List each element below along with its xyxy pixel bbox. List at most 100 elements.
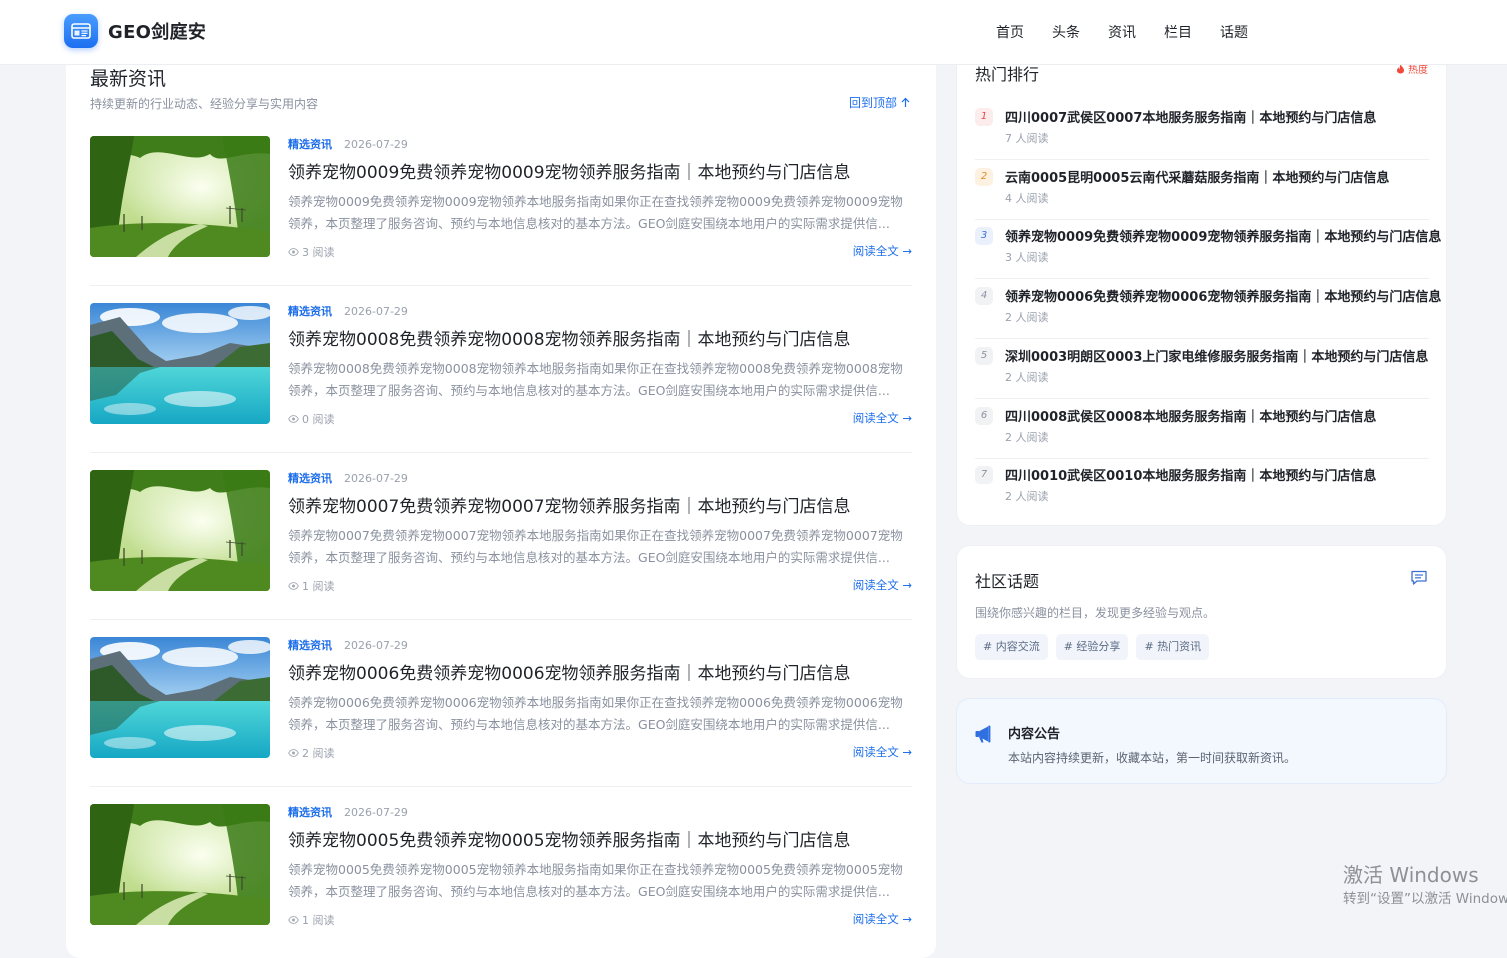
brand[interactable]: GEO剑庭安: [64, 14, 206, 48]
read-more-link[interactable]: 阅读全文 →: [853, 410, 912, 426]
article-read-count: 1 阅读: [288, 912, 335, 928]
article-read-count: 1 阅读: [288, 578, 335, 594]
article-read-count: 0 阅读: [288, 411, 335, 427]
article-item[interactable]: 精选资讯 2026-07-29 领养宠物0005免费领养宠物0005宠物领养服务指南…: [90, 786, 912, 953]
nav-topics[interactable]: 话题: [1220, 22, 1248, 42]
back-to-top-label: 回到顶部: [848, 96, 897, 110]
article-thumbnail[interactable]: [90, 637, 270, 758]
article-category[interactable]: 精选资讯: [288, 303, 332, 319]
article-reads-label: 0 阅读: [302, 413, 335, 426]
hot-item-reads: 2 人阅读: [1005, 371, 1049, 384]
article-category[interactable]: 精选资讯: [288, 136, 332, 152]
hot-item-title[interactable]: 领养宠物0006免费领养宠物0006宠物领养服务指南｜本地预约与门店信息: [1005, 286, 1441, 305]
article-title[interactable]: 领养宠物0009免费领养宠物0009宠物领养服务指南｜本地预约与门店信息: [288, 158, 912, 183]
hot-ranking-item[interactable]: 6 四川0008武侯区0008本地服务服务指南｜本地预约与门店信息 2 人阅读: [975, 398, 1429, 459]
eye-icon: [288, 749, 299, 757]
nav-news[interactable]: 资讯: [1108, 22, 1136, 42]
article-read-count: 3 阅读: [288, 244, 335, 260]
chat-icon: [1410, 570, 1428, 590]
article-thumbnail[interactable]: [90, 804, 270, 925]
read-more-link[interactable]: 阅读全文 →: [853, 577, 912, 593]
article-title[interactable]: 领养宠物0005免费领养宠物0005宠物领养服务指南｜本地预约与门店信息: [288, 826, 912, 851]
article-item[interactable]: 精选资讯 2026-07-29 领养宠物0008免费领养宠物0008宠物领养服务指南…: [90, 285, 912, 453]
rank-badge: 1: [975, 108, 993, 126]
article-meta: 精选资讯 2026-07-29: [288, 637, 408, 653]
rank-badge: 3: [975, 227, 993, 245]
rank-badge: 2: [975, 168, 993, 186]
top-navbar: GEO剑庭安 首页 头条 资讯 栏目 话题: [0, 0, 1507, 65]
article-category[interactable]: 精选资讯: [288, 804, 332, 820]
article-title[interactable]: 领养宠物0008免费领养宠物0008宠物领养服务指南｜本地预约与门店信息: [288, 325, 912, 350]
brand-name: GEO剑庭安: [108, 22, 207, 43]
announcement-card: 内容公告 本站内容持续更新，收藏本站，第一时间获取新资讯。: [956, 698, 1447, 784]
hot-item-title[interactable]: 领养宠物0009免费领养宠物0009宠物领养服务指南｜本地预约与门店信息: [1005, 226, 1441, 245]
hot-item-reads: 3 人阅读: [1005, 251, 1049, 264]
megaphone-icon: [974, 724, 996, 748]
article-thumbnail[interactable]: [90, 136, 270, 257]
article-excerpt: 领养宠物0008免费领养宠物0008宠物领养本地服务指南如果你正在查找领养宠物0…: [288, 361, 903, 398]
nav-home[interactable]: 首页: [996, 22, 1024, 42]
read-more-link[interactable]: 阅读全文 →: [853, 744, 912, 760]
article-date: 2026-07-29: [344, 137, 408, 151]
eye-icon: [288, 916, 299, 924]
hot-ranking-item[interactable]: 5 深圳0003明朗区0003上门家电维修服务服务指南｜本地预约与门店信息 2 人阅…: [975, 338, 1429, 399]
article-thumbnail[interactable]: [90, 303, 270, 424]
topic-tags: # 内容交流 # 经验分享 # 热门资讯: [975, 634, 1217, 660]
article-date: 2026-07-29: [344, 471, 408, 485]
article-item[interactable]: 精选资讯 2026-07-29 领养宠物0007免费领养宠物0007宠物领养服务指南…: [90, 452, 912, 620]
article-title[interactable]: 领养宠物0006免费领养宠物0006宠物领养服务指南｜本地预约与门店信息: [288, 659, 912, 684]
article-date: 2026-07-29: [344, 638, 408, 652]
article-date: 2026-07-29: [344, 805, 408, 819]
community-topics-card: 社区话题 围绕你感兴趣的栏目，发现更多经验与观点。 # 内容交流 # 经验分享 …: [956, 545, 1447, 679]
article-read-count: 2 阅读: [288, 745, 335, 761]
section-subtitle: 持续更新的行业动态、经验分享与实用内容: [90, 97, 319, 111]
article-date: 2026-07-29: [344, 304, 408, 318]
article-item[interactable]: 精选资讯 2026-07-29 领养宠物0009免费领养宠物0009宠物领养服务指南…: [90, 118, 912, 286]
main-nav: 首页 头条 资讯 栏目 话题: [982, 0, 1262, 64]
read-more-link[interactable]: 阅读全文 →: [853, 243, 912, 259]
hot-item-title[interactable]: 四川0010武侯区0010本地服务服务指南｜本地预约与门店信息: [1005, 465, 1376, 484]
hot-item-title[interactable]: 四川0008武侯区0008本地服务服务指南｜本地预约与门店信息: [1005, 406, 1376, 425]
hot-ranking-item[interactable]: 4 领养宠物0006免费领养宠物0006宠物领养服务指南｜本地预约与门店信息 2 人…: [975, 278, 1441, 339]
flame-icon: [1397, 64, 1404, 73]
topics-title: 社区话题: [975, 572, 1040, 591]
article-reads-label: 3 阅读: [302, 246, 335, 259]
eye-icon: [288, 248, 299, 256]
article-excerpt: 领养宠物0007免费领养宠物0007宠物领养本地服务指南如果你正在查找领养宠物0…: [288, 528, 903, 565]
tag-experience-sharing[interactable]: # 经验分享: [1055, 634, 1129, 660]
latest-news-section: 最新资讯 持续更新的行业动态、经验分享与实用内容 回到顶部 精选资讯 2026-0…: [66, 58, 936, 958]
article-category[interactable]: 精选资讯: [288, 470, 332, 486]
arrow-up-icon: [901, 97, 910, 107]
hot-ranking-item[interactable]: 3 领养宠物0009免费领养宠物0009宠物领养服务指南｜本地预约与门店信息 3 人…: [975, 218, 1441, 279]
hot-ranking-card: 热门排行 热度 1 四川0007武侯区0007本地服务服务指南｜本地预约与门店信息…: [956, 40, 1447, 526]
article-reads-label: 1 阅读: [302, 914, 335, 927]
rank-badge: 7: [975, 466, 993, 484]
hot-item-title[interactable]: 深圳0003明朗区0003上门家电维修服务服务指南｜本地预约与门店信息: [1005, 346, 1428, 365]
hot-ranking-item[interactable]: 2 云南0005昆明0005云南代采蘑菇服务指南｜本地预约与门店信息 4 人阅读: [975, 159, 1429, 220]
rank-badge: 4: [975, 287, 993, 305]
hot-item-title[interactable]: 云南0005昆明0005云南代采蘑菇服务指南｜本地预约与门店信息: [1005, 167, 1389, 186]
logo-icon: [64, 14, 98, 48]
eye-icon: [288, 415, 299, 423]
article-title[interactable]: 领养宠物0007免费领养宠物0007宠物领养服务指南｜本地预约与门店信息: [288, 492, 912, 517]
hot-item-reads: 7 人阅读: [1005, 132, 1049, 145]
hot-item-reads: 2 人阅读: [1005, 311, 1049, 324]
article-thumbnail[interactable]: [90, 470, 270, 591]
hot-item-reads: 4 人阅读: [1005, 192, 1049, 205]
article-reads-label: 1 阅读: [302, 580, 335, 593]
article-item[interactable]: 精选资讯 2026-07-29 领养宠物0006免费领养宠物0006宠物领养服务指南…: [90, 619, 912, 787]
back-to-top-link[interactable]: 回到顶部: [849, 94, 910, 111]
tag-content-exchange[interactable]: # 内容交流: [975, 634, 1048, 660]
rank-badge: 6: [975, 407, 993, 425]
hot-item-title[interactable]: 四川0007武侯区0007本地服务服务指南｜本地预约与门店信息: [1005, 107, 1376, 126]
article-meta: 精选资讯 2026-07-29: [288, 804, 408, 820]
article-meta: 精选资讯 2026-07-29: [288, 470, 408, 486]
rank-badge: 5: [975, 347, 993, 365]
tag-hot-news[interactable]: # 热门资讯: [1136, 634, 1210, 660]
article-category[interactable]: 精选资讯: [288, 637, 332, 653]
nav-headlines[interactable]: 头条: [1052, 22, 1080, 42]
hot-ranking-item[interactable]: 1 四川0007武侯区0007本地服务服务指南｜本地预约与门店信息 7 人阅读: [975, 99, 1429, 160]
nav-columns[interactable]: 栏目: [1164, 22, 1192, 42]
hot-ranking-item[interactable]: 7 四川0010武侯区0010本地服务服务指南｜本地预约与门店信息 2 人阅读: [975, 457, 1429, 517]
read-more-link[interactable]: 阅读全文 →: [853, 911, 912, 927]
